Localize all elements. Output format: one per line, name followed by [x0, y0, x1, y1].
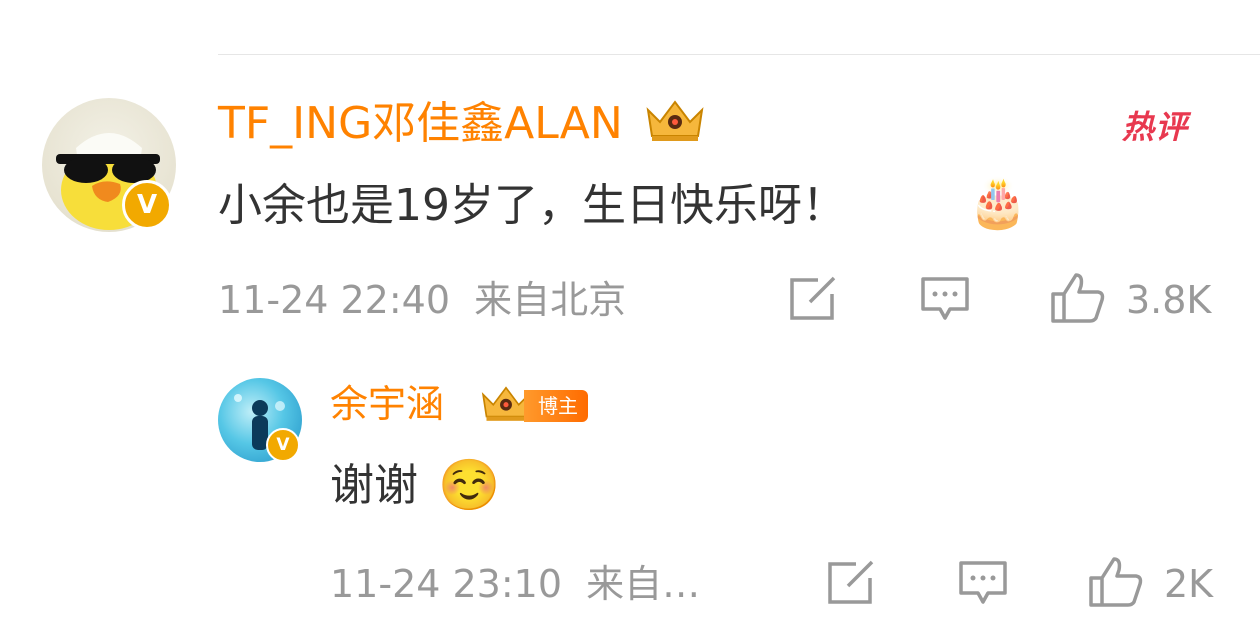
comment-icon[interactable]: [958, 560, 1008, 606]
smile-emoji: ☺️: [438, 456, 501, 514]
like-count: 3.8K: [1126, 278, 1212, 322]
verified-v-icon: V: [122, 180, 172, 230]
verified-v-icon: V: [266, 428, 300, 462]
reply-text: 谢谢: [330, 460, 418, 511]
reply-username[interactable]: 余宇涵: [330, 380, 444, 428]
share-icon[interactable]: [826, 560, 876, 606]
blogger-badge: 博主: [524, 390, 588, 422]
hot-comment-tag: 热评: [1122, 108, 1189, 146]
divider: [218, 54, 1260, 55]
like-icon[interactable]: [1088, 556, 1144, 608]
reply-meta: 11-24 23:10 来自…: [330, 562, 701, 606]
crown-icon: [646, 100, 704, 141]
reply-like-count: 2K: [1164, 562, 1214, 606]
comment-icon[interactable]: [920, 276, 970, 322]
comment-text: 小余也是19岁了，生日快乐呀！: [218, 180, 846, 231]
comment-username[interactable]: TF_ING邓佳鑫ALAN: [218, 98, 623, 150]
share-icon[interactable]: [788, 276, 838, 322]
cake-emoji: 🎂: [968, 175, 1028, 231]
like-icon[interactable]: [1050, 272, 1106, 324]
comment-meta: 11-24 22:40 来自北京: [218, 278, 627, 322]
